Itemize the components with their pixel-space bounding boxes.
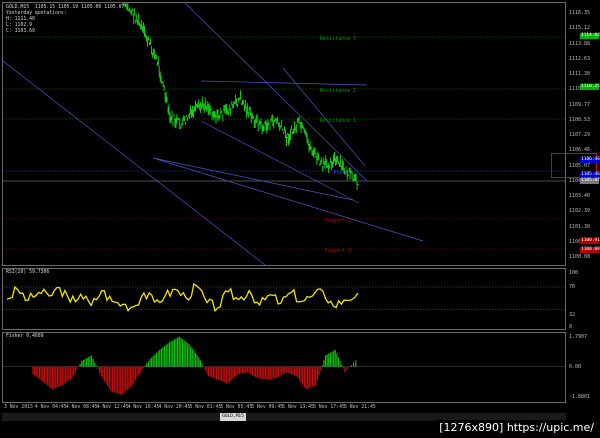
time-axis: 3 Nov 2015 4 Nov 04:45 4 Nov 08:45 4 Nov 12… — [2, 403, 566, 413]
price-axis-tick: 1111.38 — [569, 71, 591, 77]
level-label: Support 1 — [324, 218, 351, 224]
trend-line[interactable] — [282, 67, 366, 167]
rsi-axis-tick: 100 — [569, 270, 579, 276]
level-label: Resistance 2 — [320, 88, 356, 94]
time-axis-tick: 5 Nov 05:45 — [220, 405, 253, 410]
price-chart-pane[interactable]: Resistance 3 Resistance 2 Resistance 1 Pivo… — [2, 2, 566, 266]
fisher-axis: 1.7907 0.00 -1.8801 — [566, 332, 600, 403]
price-axis-tick: 1107.29 — [569, 132, 591, 138]
rsi-chart-svg — [3, 282, 565, 313]
yesterday-low: L: 1102.9 — [6, 23, 32, 28]
time-axis-tick: 4 Nov 08:45 — [65, 405, 98, 410]
time-axis-tick: 4 Nov 16:45 — [127, 405, 160, 410]
time-axis-tick: 4 Nov 20:45 — [158, 405, 191, 410]
watermark: [1276x890] https://upic.me/ — [435, 420, 598, 436]
price-point — [181, 123, 183, 126]
fisher-pane[interactable]: Fisher 0.4609 — [2, 332, 566, 403]
price-axis-tick: 1112.63 — [569, 55, 591, 62]
yesterday-label: Yesterday quotations: — [6, 11, 67, 16]
time-axis-tick: 5 Nov 21:45 — [344, 405, 376, 410]
trading-terminal: Resistance 3 Resistance 2 Resistance 1 Pivo… — [0, 0, 600, 438]
price-axis-tick: 1108.53 — [569, 116, 591, 123]
rsi-axis: 100 70 32 0 — [566, 268, 600, 330]
yesterday-high: H: 1111.40 — [6, 17, 35, 22]
price-point — [298, 122, 300, 124]
price-point — [345, 170, 347, 172]
price-axis-tick: 1109.77 — [569, 101, 591, 108]
price-point — [275, 119, 277, 121]
price-axis-tick: 1115.12 — [569, 25, 591, 32]
price-point — [134, 14, 136, 16]
price-tag: 1100.91 — [580, 238, 600, 244]
rsi-pane[interactable]: RSI(20) 59.7306 — [2, 268, 566, 330]
fisher-axis-tick: 1.7907 — [569, 334, 588, 340]
price-point — [263, 127, 265, 129]
rsi-axis-tick: 0 — [569, 324, 573, 330]
time-axis-tick: 3 Nov 2015 — [4, 405, 33, 410]
rsi-axis-tick: 70 — [569, 284, 576, 290]
time-axis-tick: 4 Nov 04:45 — [34, 405, 67, 410]
price-axis-tick: 1113.88 — [569, 40, 591, 47]
trend-line[interactable] — [152, 157, 354, 201]
price-tag: 1105.07 — [580, 178, 600, 184]
trend-line[interactable] — [200, 80, 368, 86]
price-axis-tick: 1116.35 — [569, 10, 591, 16]
time-axis-tick: 5 Nov 13:45 — [282, 405, 314, 410]
price-point — [204, 103, 206, 105]
tab-gold-m15[interactable]: GOLD,M15 — [220, 413, 246, 421]
rsi-title: RSI(20) 59.7306 — [6, 270, 50, 275]
fisher-axis-tick: -1.8801 — [569, 394, 591, 400]
price-point — [333, 159, 336, 161]
price-point — [192, 111, 195, 113]
price-point — [169, 117, 171, 119]
yesterday-close: C: 1103.69 — [6, 29, 35, 34]
trend-line[interactable] — [152, 157, 424, 242]
price-tag: 1110.35 — [580, 84, 600, 90]
price-axis-tick: 1100.08 — [569, 254, 591, 260]
price-tag: 1114.04 — [580, 33, 600, 39]
price-point — [251, 117, 253, 119]
symbol-title: GOLD,M15 1105.15 1105.19 1105.06 1105.07 — [6, 5, 125, 10]
price-point — [322, 165, 324, 168]
level-label: Support 2 — [324, 248, 351, 254]
price-axis: 1116.35 1115.12 1113.88 1112.63 1111.38 1110.… — [566, 2, 600, 266]
level-label: Resistance 3 — [320, 36, 356, 42]
price-point — [157, 62, 159, 64]
time-axis-tick: 5 Nov 01:45 — [189, 405, 222, 410]
price-point — [286, 136, 289, 139]
price-point — [228, 109, 230, 111]
trend-line[interactable] — [3, 60, 266, 265]
price-point — [310, 148, 312, 150]
price-axis-tick: 1102.39 — [569, 208, 591, 215]
time-axis-tick: 5 Nov 09:45 — [251, 405, 284, 410]
price-tag: 1100.08 — [580, 247, 600, 253]
fisher-title: Fisher 0.4609 — [6, 334, 44, 339]
time-axis-tick: 5 Nov 17:45 — [313, 405, 345, 410]
price-tag: 1106.46 — [580, 157, 600, 163]
price-point — [239, 98, 242, 100]
fisher-chart-svg — [3, 336, 565, 395]
price-point — [145, 37, 148, 39]
price-point — [357, 184, 359, 186]
rsi-line — [6, 282, 359, 313]
time-axis-tick: 4 Nov 12:45 — [96, 405, 129, 410]
price-point — [216, 115, 218, 118]
price-axis-tick: 1103.40 — [569, 193, 591, 199]
price-chart-svg: Resistance 3Resistance 2Resistance 1Pivo… — [3, 3, 565, 265]
price-axis-tick: 1101.30 — [569, 223, 591, 230]
rsi-axis-tick: 32 — [569, 312, 576, 318]
fisher-axis-tick: 0.00 — [569, 364, 582, 370]
